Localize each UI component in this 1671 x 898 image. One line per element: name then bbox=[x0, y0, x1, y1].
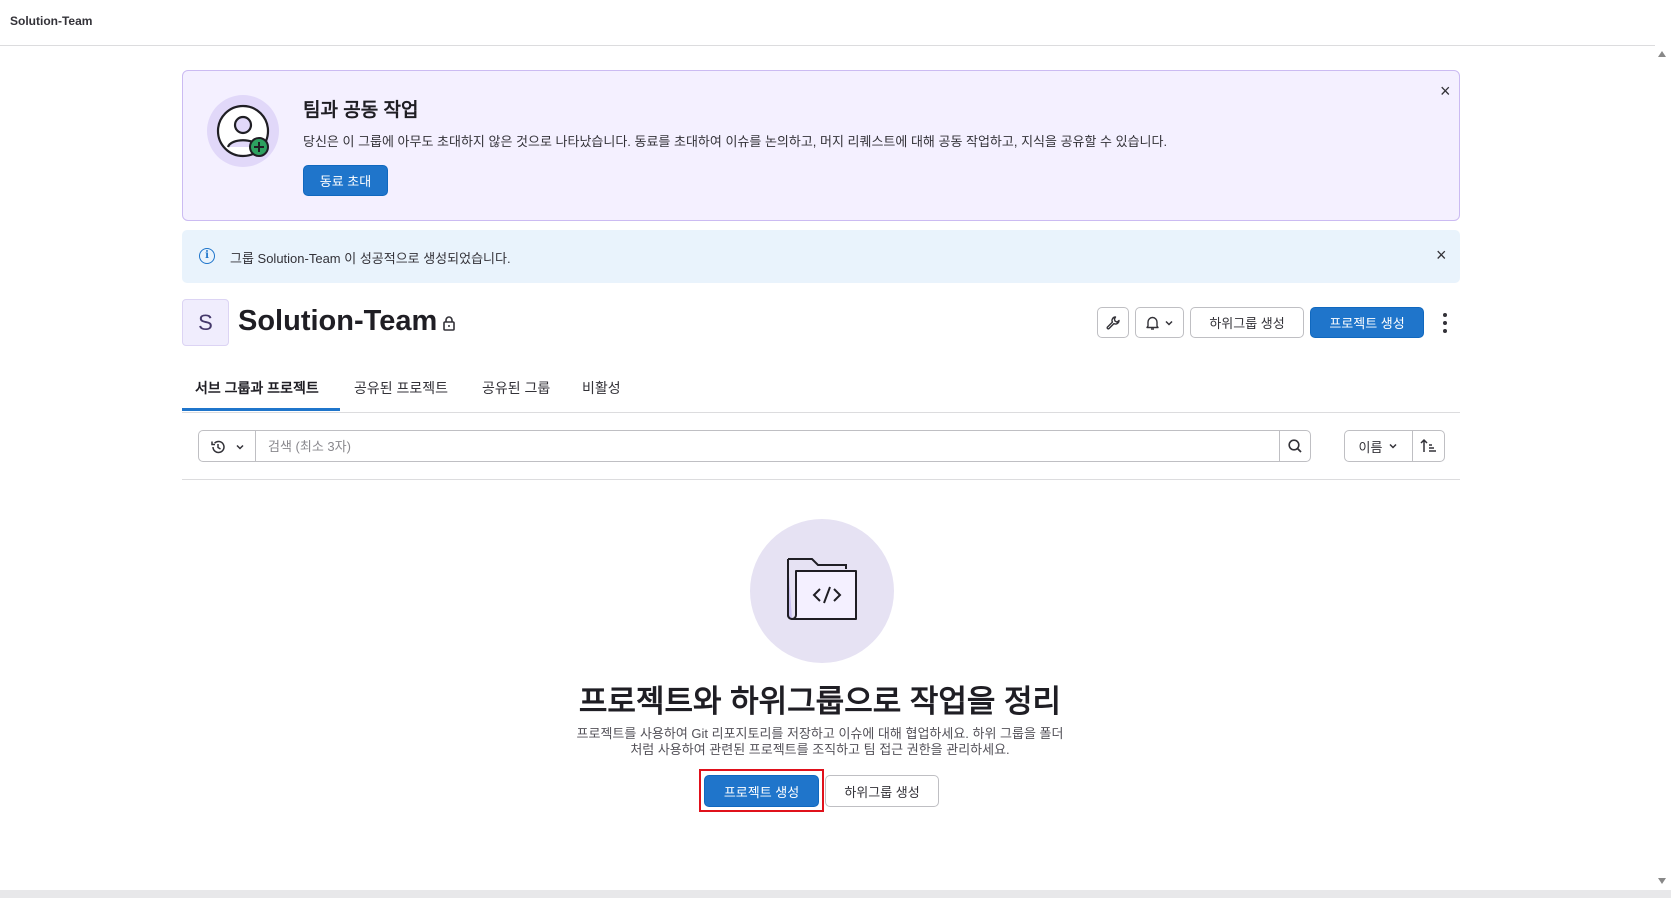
history-icon bbox=[211, 440, 225, 454]
scroll-down-icon[interactable] bbox=[1658, 878, 1666, 884]
tab-shared-projects[interactable]: 공유된 프로젝트 bbox=[354, 378, 448, 398]
user-add-icon bbox=[207, 95, 279, 167]
active-tab-indicator bbox=[182, 408, 340, 411]
tab-shared-groups[interactable]: 공유된 그룹 bbox=[482, 378, 550, 398]
empty-create-project-button[interactable]: 프로젝트 생성 bbox=[704, 775, 819, 807]
lock-icon bbox=[442, 315, 456, 331]
invite-members-button[interactable]: 동료 초대 bbox=[303, 165, 388, 196]
sort-direction-button[interactable] bbox=[1412, 430, 1445, 462]
info-icon: i bbox=[199, 248, 215, 264]
search-icon bbox=[1288, 439, 1302, 453]
notification-button[interactable] bbox=[1135, 307, 1184, 338]
bottom-edge bbox=[0, 890, 1671, 898]
bell-icon bbox=[1146, 316, 1159, 330]
scroll-up-icon[interactable] bbox=[1658, 51, 1666, 57]
group-name: Solution-Team bbox=[238, 305, 438, 337]
alert-message: 그룹 Solution-Team 이 성공적으로 생성되었습니다. bbox=[230, 251, 511, 266]
scrollbar[interactable] bbox=[1655, 45, 1671, 890]
tab-subgroups-and-projects[interactable]: 서브 그룹과 프로젝트 bbox=[195, 378, 319, 398]
empty-state-description-line: 처럼 사용하여 관련된 프로젝트를 조직하고 팀 접근 권한을 관리하세요. bbox=[630, 742, 1010, 757]
chevron-down-icon bbox=[236, 444, 244, 450]
search-button[interactable] bbox=[1279, 430, 1311, 462]
close-icon[interactable]: × bbox=[1440, 82, 1451, 100]
search-input[interactable] bbox=[255, 430, 1280, 462]
chevron-down-icon bbox=[1389, 443, 1397, 449]
kebab-icon[interactable] bbox=[1437, 310, 1453, 336]
recent-searches-button[interactable] bbox=[198, 430, 256, 462]
invite-banner-description: 당신은 이 그룹에 아무도 초대하지 않은 것으로 나타났습니다. 동료를 초대… bbox=[303, 134, 1168, 149]
close-icon[interactable]: × bbox=[1436, 246, 1447, 264]
folder-code-icon bbox=[750, 519, 894, 663]
empty-state-title: 프로젝트와 하위그룹으로 작업을 정리 bbox=[578, 684, 1062, 719]
create-project-button[interactable]: 프로젝트 생성 bbox=[1310, 307, 1424, 338]
invite-banner-title: 팀과 공동 작업 bbox=[303, 100, 419, 121]
filter-bar: 이름 bbox=[182, 413, 1460, 480]
success-alert: i 그룹 Solution-Team 이 성공적으로 생성되었습니다. × bbox=[182, 230, 1460, 283]
tab-inactive[interactable]: 비활성 bbox=[582, 378, 621, 398]
settings-button[interactable] bbox=[1097, 307, 1129, 338]
group-tabs: 서브 그룹과 프로젝트 공유된 프로젝트 공유된 그룹 비활성 bbox=[182, 372, 1460, 413]
top-bar: Solution-Team bbox=[0, 0, 1671, 46]
sort-label: 이름 bbox=[1358, 439, 1383, 455]
window-title: Solution-Team bbox=[10, 14, 93, 28]
empty-create-subgroup-button[interactable]: 하위그룹 생성 bbox=[825, 775, 939, 807]
empty-state-description-line: 프로젝트를 사용하여 Git 리포지토리를 저장하고 이슈에 대해 협업하세요.… bbox=[576, 726, 1064, 741]
sort-ascending-icon bbox=[1420, 438, 1436, 452]
empty-state-description: 프로젝트를 사용하여 Git 리포지토리를 저장하고 이슈에 대해 협업하세요.… bbox=[530, 726, 1110, 758]
sort-dropdown[interactable]: 이름 bbox=[1344, 430, 1413, 462]
group-avatar: S bbox=[182, 299, 229, 346]
wrench-icon bbox=[1106, 315, 1120, 330]
chevron-down-icon bbox=[1165, 320, 1173, 326]
invite-banner: 팀과 공동 작업 당신은 이 그룹에 아무도 초대하지 않은 것으로 나타났습니… bbox=[182, 70, 1460, 221]
create-subgroup-button[interactable]: 하위그룹 생성 bbox=[1190, 307, 1304, 338]
